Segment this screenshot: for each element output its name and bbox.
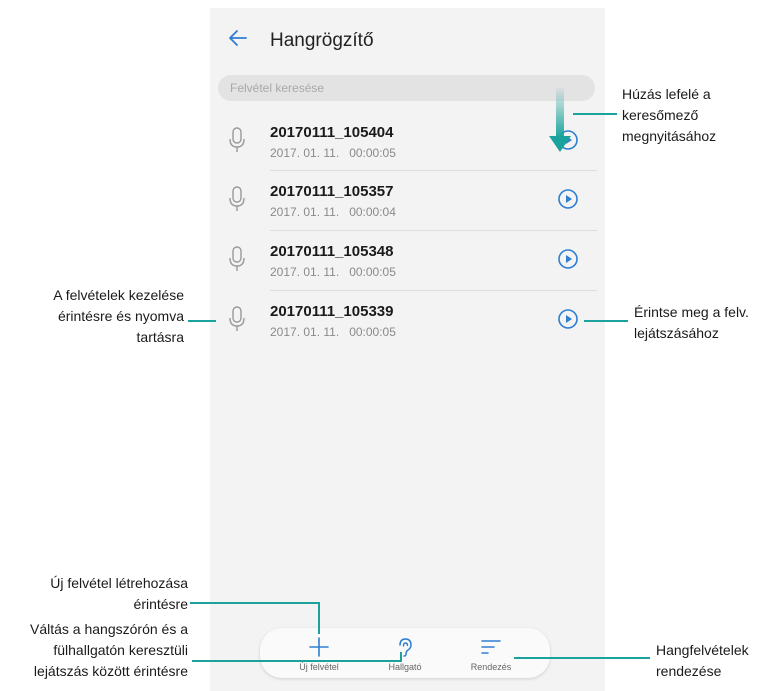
- recording-date: 2017. 01. 11.: [270, 265, 340, 279]
- sort-label: Rendezés: [470, 662, 512, 672]
- annotation-line: lejátszásához: [634, 325, 719, 341]
- microphone-icon: [229, 306, 245, 331]
- annotation-line: Új felvétel létrehozása: [50, 575, 188, 591]
- annotation-line: Húzás lefelé a: [622, 86, 711, 102]
- annotation-line: fülhallgatón keresztüli: [53, 642, 188, 658]
- annotation-line: tartásra: [136, 329, 184, 345]
- recording-name: 20170111_105348: [270, 243, 394, 260]
- annotation-play: Érintse meg a felv. lejátszásához: [634, 302, 749, 344]
- recording-date: 2017. 01. 11.: [270, 205, 340, 219]
- annotation-line: Váltás a hangszórón és a: [30, 621, 188, 637]
- annotation-line: rendezése: [656, 663, 722, 679]
- new-recording-button[interactable]: Új felvétel: [284, 634, 354, 674]
- annotation-switch-output: Váltás a hangszórón és a fülhallgatón ke…: [4, 619, 188, 682]
- ear-icon: [399, 638, 412, 657]
- leader-line: [584, 320, 628, 322]
- annotation-line: A felvételek kezelése: [53, 287, 184, 303]
- leader-line: [514, 657, 650, 659]
- annotation-line: lejátszás között érintésre: [33, 663, 188, 679]
- microphone-icon: [229, 246, 245, 271]
- app-bar: Hangrögzítő: [210, 8, 605, 68]
- recording-duration: 00:00:05: [349, 146, 396, 160]
- recording-date: 2017. 01. 11.: [270, 325, 340, 339]
- annotation-line: Érintse meg a felv.: [634, 304, 749, 320]
- recording-meta: 2017. 01. 11. 00:00:05: [270, 146, 396, 160]
- play-icon[interactable]: [557, 248, 579, 270]
- leader-line: [400, 652, 402, 662]
- play-icon[interactable]: [557, 308, 579, 330]
- plus-icon: [309, 637, 329, 657]
- recording-duration: 00:00:05: [349, 265, 396, 279]
- annotation-line: Hangfelvételek: [656, 642, 749, 658]
- recording-date: 2017. 01. 11.: [270, 146, 340, 160]
- recording-meta: 2017. 01. 11. 00:00:05: [270, 325, 396, 339]
- sort-button[interactable]: Rendezés: [456, 634, 526, 674]
- recording-name: 20170111_105357: [270, 183, 394, 200]
- annotation-line: megnyitásához: [622, 128, 717, 144]
- search-field[interactable]: Felvétel keresése: [218, 75, 595, 101]
- back-arrow-icon[interactable]: [226, 26, 250, 50]
- recording-duration: 00:00:05: [349, 325, 396, 339]
- annotation-sort: Hangfelvételek rendezése: [656, 640, 749, 682]
- recording-meta: 2017. 01. 11. 00:00:04: [270, 205, 396, 219]
- recording-item[interactable]: 20170111_105348 2017. 01. 11. 00:00:05: [210, 231, 605, 289]
- leader-line: [188, 320, 216, 322]
- recording-name: 20170111_105404: [270, 124, 394, 141]
- leader-line: [573, 113, 617, 115]
- annotation-pull-down: Húzás lefelé a keresőmező megnyitásához: [622, 84, 716, 147]
- phone-screen: Hangrögzítő Felvétel keresése 20170111_1…: [210, 8, 605, 691]
- leader-line: [190, 602, 319, 604]
- pull-down-arrow-icon: [549, 88, 571, 152]
- recording-name: 20170111_105339: [270, 303, 394, 320]
- annotation-line: érintésre és nyomva: [57, 308, 184, 324]
- earpiece-toggle-button[interactable]: Hallgató: [370, 634, 440, 674]
- new-recording-label: Új felvétel: [299, 662, 339, 672]
- recording-item[interactable]: 20170111_105339 2017. 01. 11. 00:00:05: [210, 291, 605, 349]
- recording-duration: 00:00:04: [349, 205, 396, 219]
- annotation-line: érintésre: [133, 596, 188, 612]
- play-icon[interactable]: [557, 188, 579, 210]
- microphone-icon: [229, 127, 245, 152]
- search-placeholder: Felvétel keresése: [230, 81, 325, 95]
- recording-meta: 2017. 01. 11. 00:00:05: [270, 265, 396, 279]
- recording-item[interactable]: 20170111_105404 2017. 01. 11. 00:00:05: [210, 112, 605, 170]
- annotation-new-recording: Új felvétel létrehozása érintésre: [10, 573, 188, 615]
- page-title: Hangrögzítő: [270, 30, 374, 51]
- earpiece-label: Hallgató: [388, 662, 422, 672]
- leader-line: [192, 660, 402, 662]
- annotation-line: keresőmező: [622, 107, 699, 123]
- leader-line: [318, 602, 320, 634]
- bottom-bar: Új felvétel Hallgató Rendezés: [260, 628, 550, 678]
- sort-icon: [481, 640, 501, 654]
- recording-item[interactable]: 20170111_105357 2017. 01. 11. 00:00:04: [210, 171, 605, 229]
- annotation-manage: A felvételek kezelése érintésre és nyomv…: [10, 285, 184, 348]
- microphone-icon: [229, 186, 245, 211]
